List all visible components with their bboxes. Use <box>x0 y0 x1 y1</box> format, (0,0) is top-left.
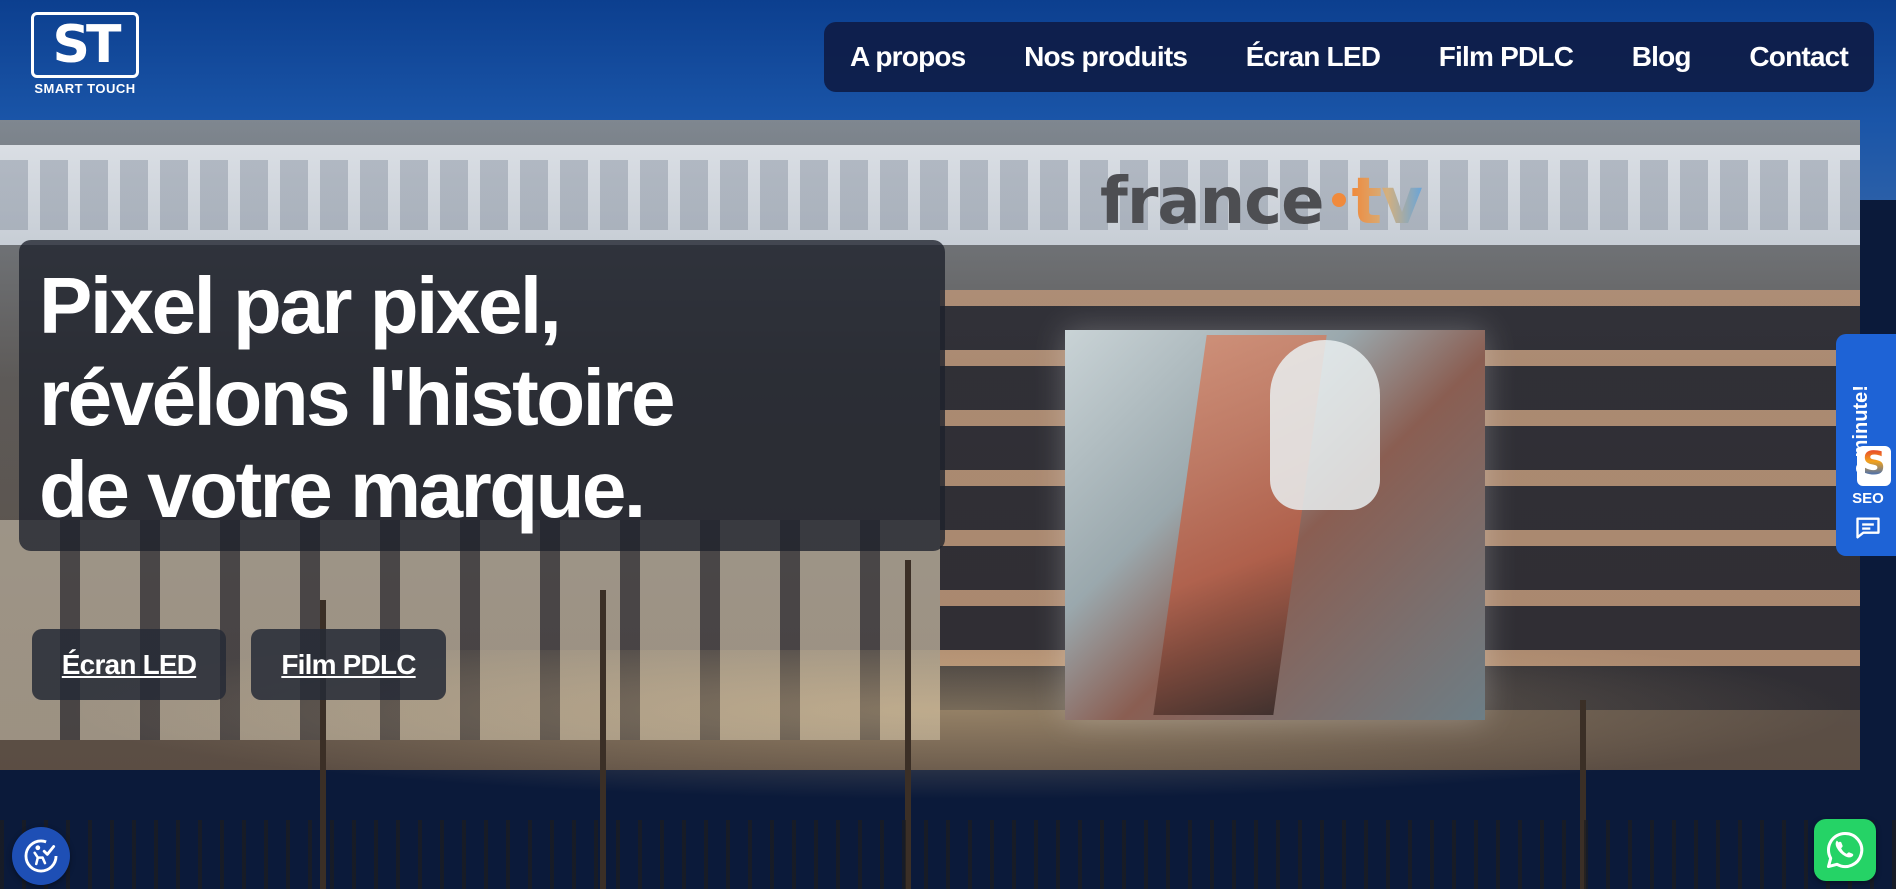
building-sign-main: france <box>1100 165 1324 239</box>
hero-card: Pixel par pixel, révélons l'histoire de … <box>19 240 945 551</box>
nav-item-contact[interactable]: Contact <box>1749 41 1848 73</box>
nav-item-blog[interactable]: Blog <box>1632 41 1692 73</box>
site-logo[interactable]: ST SMART TOUCH <box>14 12 156 102</box>
chat-icon[interactable] <box>1854 514 1882 542</box>
building-windows <box>0 160 1860 230</box>
whatsapp-icon <box>1826 831 1864 869</box>
page: france tv ST SMART TOUCH A propos Nos pro… <box>0 0 1896 889</box>
seo-badge: S <box>1857 446 1891 486</box>
building-sign: france tv <box>1100 165 1423 239</box>
whatsapp-button[interactable] <box>1814 819 1876 881</box>
nav-item-pdlc-film[interactable]: Film PDLC <box>1439 41 1574 73</box>
nav-item-about[interactable]: A propos <box>850 41 966 73</box>
logo-wordmark: SMART TOUCH <box>34 81 136 96</box>
logo-monogram: ST <box>31 12 139 78</box>
pdlc-film-button[interactable]: Film PDLC <box>251 629 446 700</box>
building-sign-dot <box>1331 193 1346 208</box>
hero-title: Pixel par pixel, révélons l'histoire de … <box>39 260 925 536</box>
hero-title-line: Pixel par pixel, <box>39 261 562 350</box>
accessibility-icon <box>24 839 58 873</box>
foreground-fence <box>0 820 1896 889</box>
building-sign-suffix: tv <box>1351 165 1423 239</box>
led-screen-button[interactable]: Écran LED <box>32 629 226 700</box>
nav-item-led-screen[interactable]: Écran LED <box>1246 41 1381 73</box>
side-seo-widget[interactable]: s minute! S SEO <box>1836 334 1896 556</box>
seo-badge-letter: S <box>1862 444 1886 482</box>
nav-item-products[interactable]: Nos produits <box>1024 41 1188 73</box>
hero-title-line: de votre marque. <box>39 445 646 534</box>
led-screen-image-cap <box>1270 340 1380 510</box>
hero-title-line: révélons l'histoire <box>39 353 675 442</box>
main-navigation: A propos Nos produits Écran LED Film PDL… <box>824 22 1874 92</box>
accessibility-button[interactable] <box>12 827 70 885</box>
seo-label: SEO <box>1852 490 1884 507</box>
